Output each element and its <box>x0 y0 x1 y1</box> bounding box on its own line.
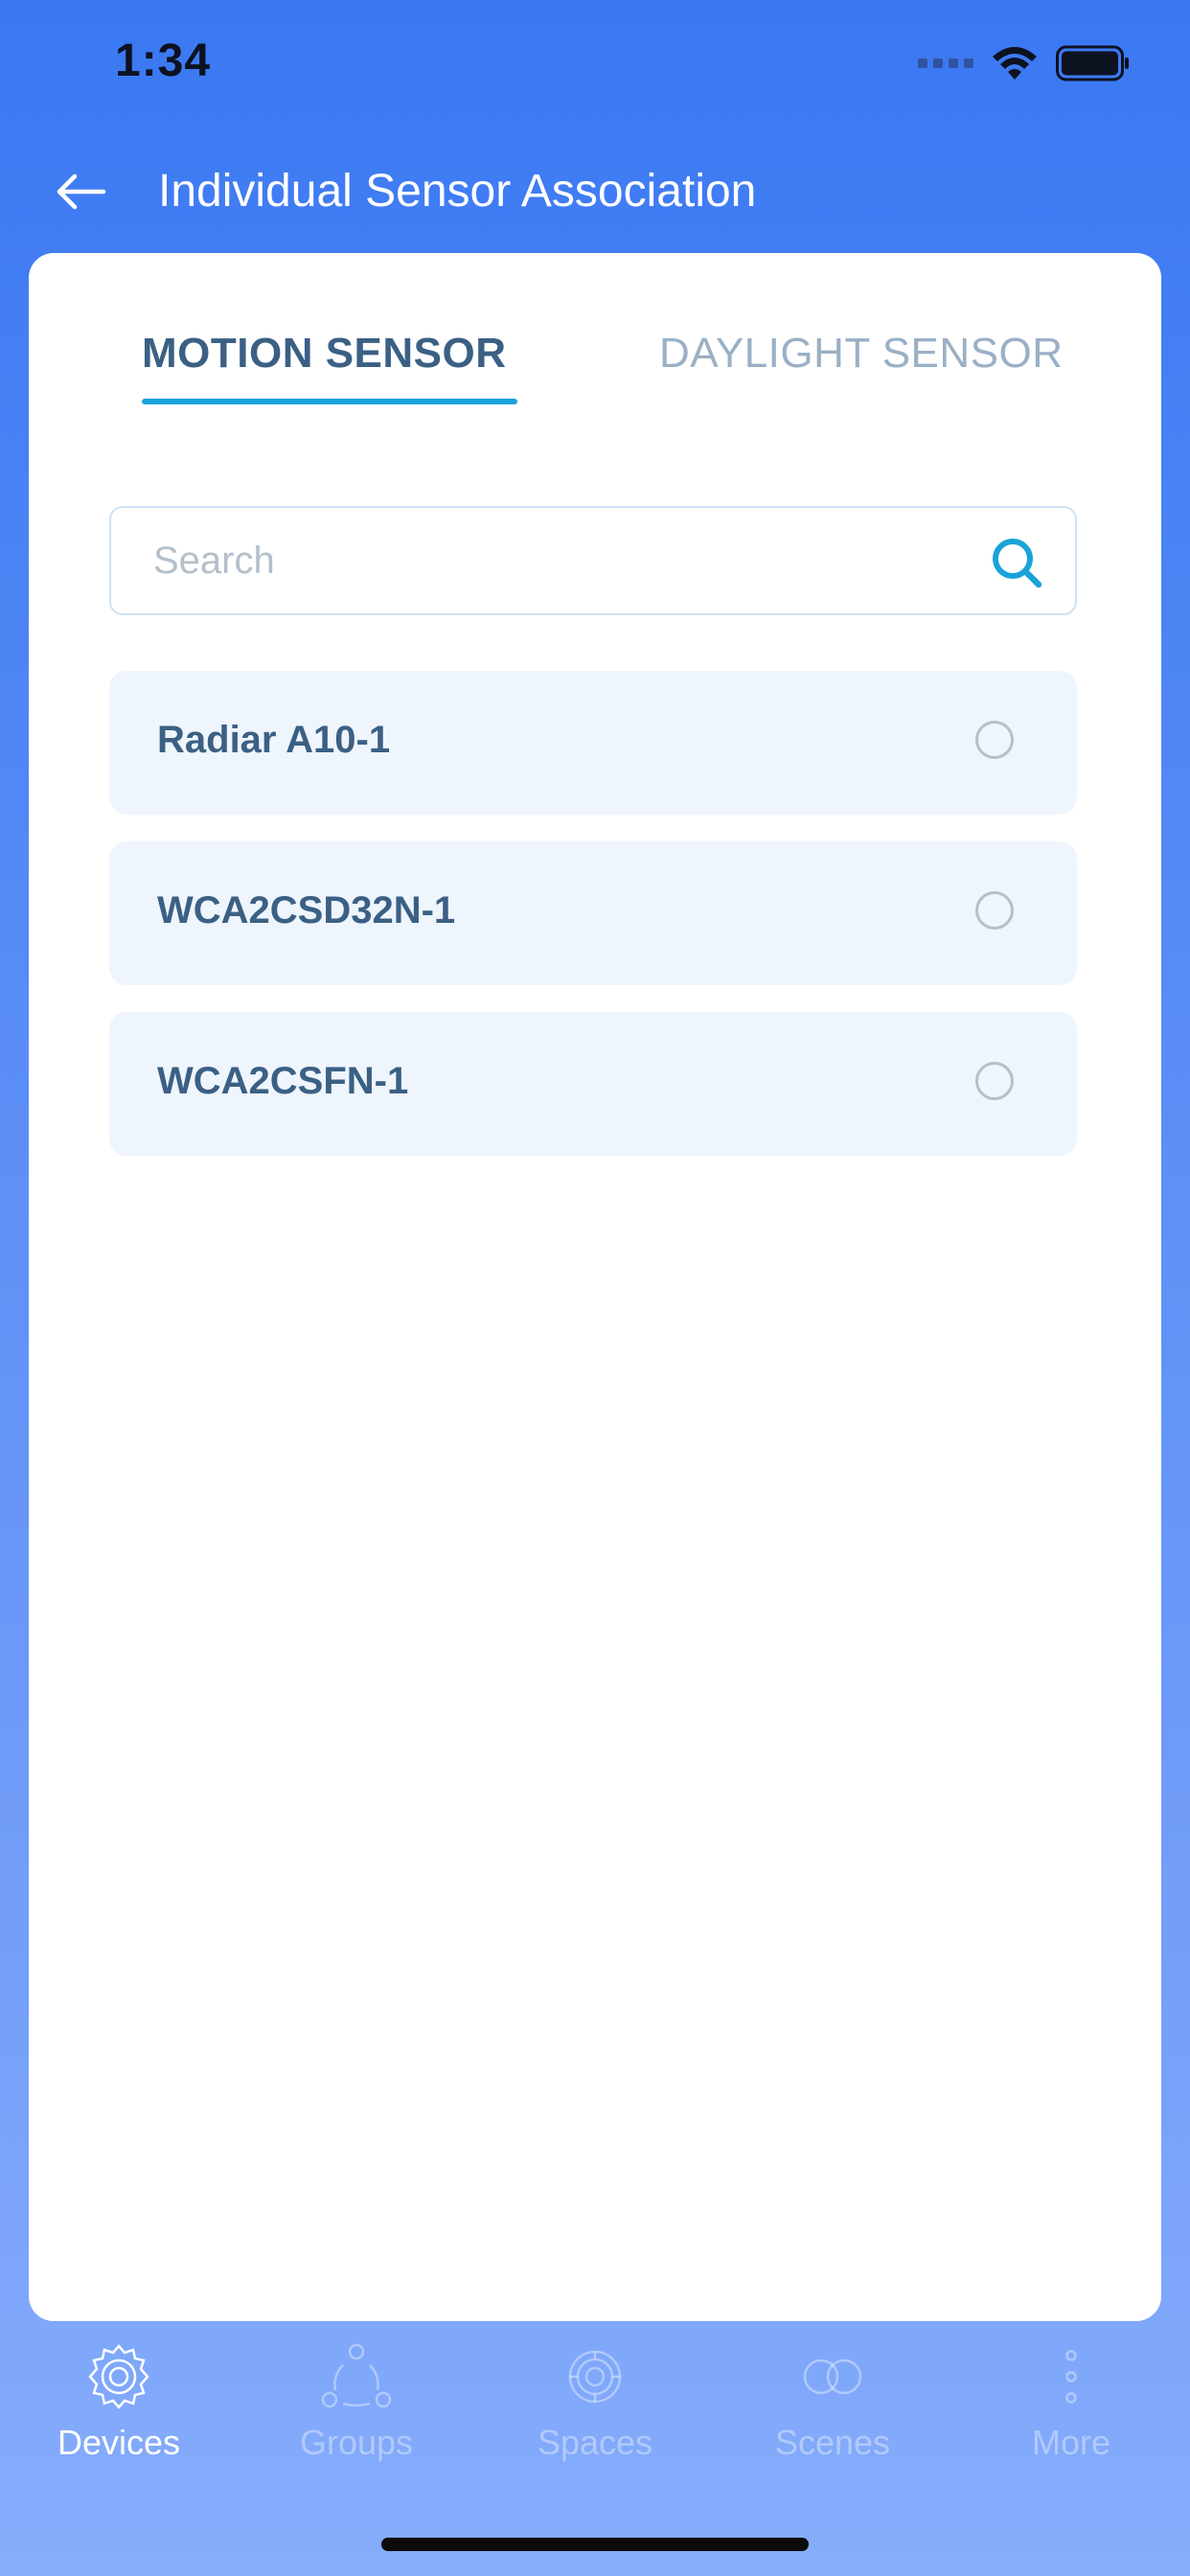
tab-label: Devices <box>57 2423 181 2462</box>
more-vertical-icon <box>1033 2338 1110 2415</box>
home-indicator <box>381 2538 809 2551</box>
back-button[interactable] <box>48 163 115 220</box>
search-input[interactable] <box>153 508 939 613</box>
wifi-icon <box>993 47 1037 80</box>
status-time: 1:34 <box>115 35 212 86</box>
tab-more[interactable]: More <box>952 2338 1190 2472</box>
sensor-select-radio[interactable] <box>975 1062 1014 1100</box>
devices-gear-icon <box>80 2338 157 2415</box>
tab-scenes[interactable]: Scenes <box>714 2338 951 2472</box>
cellular-signal-icon <box>918 58 973 68</box>
tab-label: Groups <box>299 2423 414 2462</box>
search-box <box>109 506 1077 615</box>
tab-label: Scenes <box>774 2423 891 2462</box>
sensor-name: WCA2CSFN-1 <box>157 1060 409 1102</box>
tab-label: More <box>1031 2423 1111 2462</box>
sensor-name: WCA2CSD32N-1 <box>157 889 456 932</box>
tab-label: Spaces <box>537 2423 653 2462</box>
status-icons <box>918 42 1131 84</box>
nav-header: Individual Sensor Association <box>0 144 1190 240</box>
tab-devices[interactable]: Devices <box>0 2338 238 2472</box>
arrow-left-icon <box>57 173 106 210</box>
spaces-icon <box>557 2338 633 2415</box>
tab-groups[interactable]: Groups <box>238 2338 475 2472</box>
active-tab-indicator <box>142 399 517 404</box>
battery-icon <box>1056 45 1129 81</box>
sensor-select-radio[interactable] <box>975 721 1014 759</box>
sensor-list-item[interactable]: Radiar A10-1 <box>109 671 1077 815</box>
tab-spaces[interactable]: Spaces <box>476 2338 714 2472</box>
search-icon[interactable] <box>989 535 1044 590</box>
sensor-list-item[interactable]: WCA2CSFN-1 <box>109 1012 1077 1156</box>
tab-motion-sensor[interactable]: MOTION SENSOR <box>142 330 507 378</box>
tab-daylight-sensor[interactable]: DAYLIGHT SENSOR <box>659 330 1064 378</box>
sensor-select-radio[interactable] <box>975 891 1014 930</box>
status-bar: 1:34 <box>0 0 1190 134</box>
scenes-icon <box>794 2338 871 2415</box>
sensor-name: Radiar A10-1 <box>157 719 391 761</box>
page-title: Individual Sensor Association <box>158 166 757 217</box>
content-card: MOTION SENSOR DAYLIGHT SENSOR Radiar A10… <box>29 253 1161 2321</box>
groups-icon <box>318 2338 395 2415</box>
bottom-tab-bar: Devices Groups Spaces Scenes More <box>0 2338 1190 2472</box>
sensor-list-item[interactable]: WCA2CSD32N-1 <box>109 841 1077 985</box>
